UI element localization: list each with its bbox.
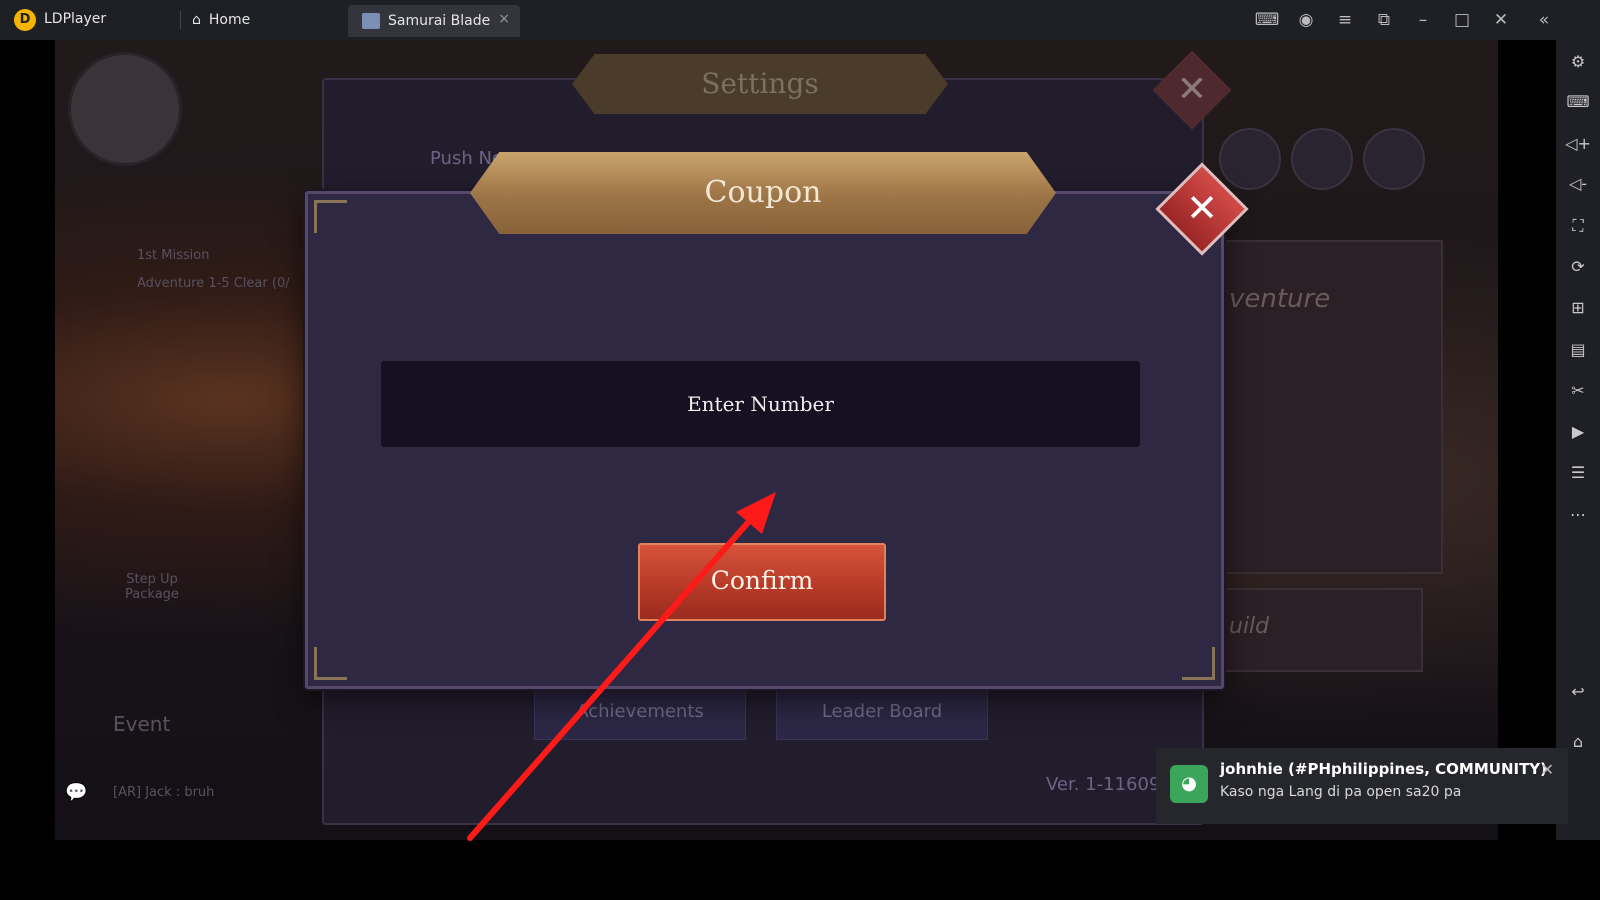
minimize-icon[interactable]: – [1410, 8, 1436, 32]
tab-achievements[interactable]: Achievements [534, 684, 746, 740]
tab-game-label: Samurai Blade [388, 13, 491, 29]
chat-bubble-icon: 💬 [65, 782, 88, 803]
step-up-label: Step Up Package [125, 572, 179, 602]
coupon-title: Coupon [470, 152, 1056, 234]
back-icon[interactable]: ↩ [1565, 680, 1591, 704]
confirm-button[interactable]: Confirm [638, 543, 886, 621]
coupon-number-input[interactable] [381, 361, 1140, 447]
ldplayer-logo-icon: D [14, 9, 36, 31]
discord-icon: ◕ [1170, 765, 1208, 803]
tab-samurai-blade[interactable]: Samurai Blade × [348, 5, 520, 37]
frame-corner [1182, 647, 1215, 680]
record-icon[interactable]: ▶ [1565, 420, 1591, 444]
account-icon[interactable]: ◉ [1293, 8, 1319, 32]
settings-title: Settings [572, 54, 948, 114]
frame-corner [314, 200, 347, 233]
home-icon: ⌂ [192, 12, 201, 28]
mission-label: 1st Mission [137, 248, 210, 263]
menu-icon[interactable]: ≡ [1332, 8, 1358, 32]
version-label: Ver. 1-11609 [1046, 774, 1161, 795]
more-icon[interactable]: ⋯ [1565, 503, 1591, 527]
sync-icon[interactable]: ⟳ [1565, 255, 1591, 279]
volume-down-icon[interactable]: ◁- [1565, 172, 1591, 196]
add-window-icon[interactable]: ⊞ [1565, 296, 1591, 320]
game-icon [362, 13, 380, 29]
divider [180, 11, 181, 29]
notification-title: johnhie (#PHphilippines, COMMUNITY) [1220, 760, 1548, 778]
settings-icon[interactable]: ⚙ [1565, 50, 1591, 74]
event-label: Event [113, 712, 171, 736]
home-icon[interactable]: ⌂ [1565, 730, 1591, 754]
mission-icon [1291, 128, 1353, 190]
operations-icon[interactable]: ☰ [1565, 461, 1591, 485]
app-name: LDPlayer [44, 11, 107, 27]
frame-corner [314, 647, 347, 680]
avatar [68, 52, 182, 166]
close-icon: ✕ [1186, 186, 1218, 230]
gamepad-icon[interactable]: ⌨ [1254, 8, 1280, 32]
restore-icon[interactable]: ⧉ [1371, 8, 1397, 32]
tab-home[interactable]: ⌂ Home [192, 6, 250, 34]
collapse-icon[interactable]: « [1531, 8, 1557, 32]
screenshot-icon[interactable]: ⛶ [1565, 214, 1591, 238]
guild-label: uild [1229, 614, 1270, 639]
close-icon: ✕ [1176, 69, 1208, 110]
maximize-icon[interactable]: □ [1449, 8, 1475, 32]
notification-message: Kaso nga Lang di pa open sa20 pa [1220, 784, 1462, 800]
scissors-icon[interactable]: ✂ [1565, 379, 1591, 403]
apk-icon[interactable]: ▤ [1565, 338, 1591, 362]
discord-notification[interactable]: ◕ johnhie (#PHphilippines, COMMUNITY) Ka… [1156, 748, 1568, 824]
close-window-icon[interactable]: ✕ [1488, 8, 1514, 32]
mail-icon [1363, 128, 1425, 190]
guild-panel: uild [1219, 588, 1423, 672]
volume-up-icon[interactable]: ◁+ [1565, 132, 1591, 156]
adventure-panel: venture [1219, 240, 1443, 574]
close-tab-icon[interactable]: × [498, 11, 510, 27]
keyboard-icon[interactable]: ⌨ [1565, 90, 1591, 114]
title-bar: D LDPlayer ⌂ Home Samurai Blade × ⌨ ◉ ≡ … [0, 0, 1600, 40]
settings-close-button[interactable]: ✕ [1152, 50, 1232, 130]
tab-home-label: Home [208, 12, 251, 28]
right-sidebar: ⚙ ⌨ ◁+ ◁- ⛶ ⟳ ⊞ ▤ ✂ ▶ ☰ ⋯ ↩ ⌂ [1556, 40, 1600, 840]
mission-desc: Adventure 1-5 Clear (0/ [137, 276, 290, 291]
adventure-label: venture [1229, 284, 1331, 314]
notification-close-icon[interactable]: ✕ [1541, 760, 1554, 779]
tab-leaderboard[interactable]: Leader Board [776, 684, 988, 740]
chat-line: [AR] Jack : bruh [113, 785, 215, 800]
